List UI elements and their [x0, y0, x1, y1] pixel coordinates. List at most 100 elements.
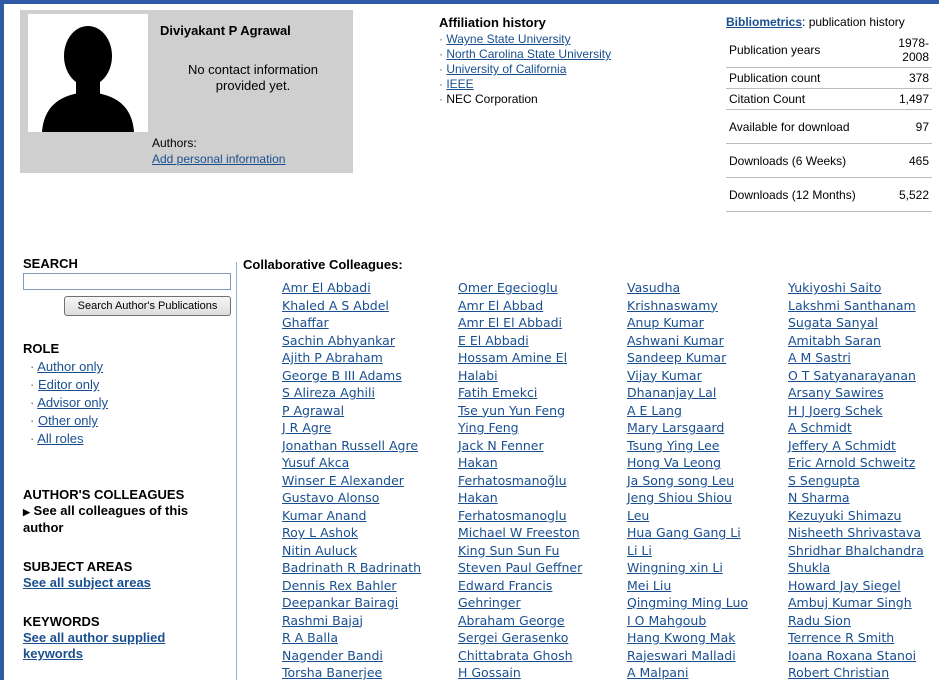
add-personal-info-link[interactable]: Add personal information — [152, 152, 285, 166]
colleague-link[interactable]: Hakan — [458, 489, 582, 507]
colleague-link[interactable]: A Schmidt — [788, 419, 924, 437]
colleague-link[interactable]: Michael W Freeston — [458, 524, 582, 542]
colleague-link[interactable]: Ashwani Kumar — [627, 332, 748, 350]
colleague-link[interactable]: Hakan — [458, 454, 582, 472]
colleague-link[interactable]: Edward Francis — [458, 577, 582, 595]
colleague-link[interactable]: Sugata Sanyal — [788, 314, 924, 332]
colleague-link[interactable]: Howard Jay Siegel — [788, 577, 924, 595]
colleague-link[interactable]: Roy L Ashok — [282, 524, 421, 542]
search-author-publications-button[interactable]: Search Author's Publications — [64, 296, 231, 316]
colleague-link[interactable]: Abraham George — [458, 612, 582, 630]
colleague-link[interactable]: Tsung Ying Lee — [627, 437, 748, 455]
search-input[interactable] — [23, 273, 231, 290]
colleague-link[interactable]: Steven Paul Geffner — [458, 559, 582, 577]
colleague-link[interactable]: Gustavo Alonso — [282, 489, 421, 507]
colleague-link[interactable]: Amitabh Saran — [788, 332, 924, 350]
colleague-link[interactable]: H Gossain — [458, 664, 582, 682]
colleague-link[interactable]: Leu — [627, 507, 748, 525]
colleague-link[interactable]: Yukiyoshi Saito — [788, 279, 924, 297]
colleague-link[interactable]: Arsany Sawires — [788, 384, 924, 402]
role-filter-link[interactable]: Other only — [38, 413, 98, 428]
colleague-link[interactable]: Yusuf Akca — [282, 454, 421, 472]
colleague-link[interactable]: Nagender Bandi — [282, 647, 421, 665]
colleague-link[interactable]: Sandeep Kumar — [627, 349, 748, 367]
colleague-link[interactable]: Fatih Emekci — [458, 384, 582, 402]
colleague-link[interactable]: A E Lang — [627, 402, 748, 420]
colleague-link[interactable]: Hang Kwong Mak — [627, 629, 748, 647]
colleague-link[interactable]: O T Satyanarayanan — [788, 367, 924, 385]
colleague-link[interactable]: Halabi — [458, 367, 582, 385]
colleague-link[interactable]: Amr El El Abbadi — [458, 314, 582, 332]
colleague-link[interactable]: Ambuj Kumar Singh — [788, 594, 924, 612]
colleague-link[interactable]: Krishnaswamy — [627, 297, 748, 315]
colleague-link[interactable]: Lakshmi Santhanam — [788, 297, 924, 315]
colleague-link[interactable]: Jeffery A Schmidt — [788, 437, 924, 455]
affiliation-link[interactable]: University of California — [446, 62, 566, 76]
colleague-link[interactable]: H J Joerg Schek — [788, 402, 924, 420]
colleague-link[interactable]: Robert Christian — [788, 664, 924, 682]
colleague-link[interactable]: Vasudha — [627, 279, 748, 297]
colleague-link[interactable]: Dennis Rex Bahler — [282, 577, 421, 595]
bibliometrics-link[interactable]: Bibliometrics — [726, 15, 802, 29]
colleague-link[interactable]: E El Abbadi — [458, 332, 582, 350]
see-all-colleagues-link[interactable]: ▶ See all colleagues of this author — [23, 503, 223, 536]
colleague-link[interactable]: Dhananjay Lal — [627, 384, 748, 402]
colleague-link[interactable]: Kumar Anand — [282, 507, 421, 525]
colleague-link[interactable]: Terrence R Smith — [788, 629, 924, 647]
colleague-link[interactable]: Ferhatosmanoglu — [458, 507, 582, 525]
colleague-link[interactable]: Vijay Kumar — [627, 367, 748, 385]
colleague-link[interactable]: Shukla — [788, 559, 924, 577]
colleague-link[interactable]: Nisheeth Shrivastava — [788, 524, 924, 542]
colleague-link[interactable]: Mary Larsgaard — [627, 419, 748, 437]
colleague-link[interactable]: Radu Sion — [788, 612, 924, 630]
colleague-link[interactable]: Hossam Amine El — [458, 349, 582, 367]
colleague-link[interactable]: Mei Liu — [627, 577, 748, 595]
colleague-link[interactable]: Hua Gang Gang Li — [627, 524, 748, 542]
role-filter-link[interactable]: Editor only — [38, 377, 99, 392]
colleague-link[interactable]: Deepankar Bairagi — [282, 594, 421, 612]
colleague-link[interactable]: Tse yun Yun Feng — [458, 402, 582, 420]
colleague-link[interactable]: Kezuyuki Shimazu — [788, 507, 924, 525]
colleague-link[interactable]: A M Sastri — [788, 349, 924, 367]
colleague-link[interactable]: Ying Feng — [458, 419, 582, 437]
colleague-link[interactable]: Ja Song song Leu — [627, 472, 748, 490]
colleague-link[interactable]: Nitin Auluck — [282, 542, 421, 560]
colleague-link[interactable]: Amr El Abbad — [458, 297, 582, 315]
colleague-link[interactable]: Chittabrata Ghosh — [458, 647, 582, 665]
colleague-link[interactable]: Winser E Alexander — [282, 472, 421, 490]
colleague-link[interactable]: Badrinath R Badrinath — [282, 559, 421, 577]
colleague-link[interactable]: Rashmi Bajaj — [282, 612, 421, 630]
role-filter-link[interactable]: Author only — [37, 359, 103, 374]
see-all-keywords-link[interactable]: See all author supplied keywords — [23, 630, 165, 661]
colleague-link[interactable]: Torsha Banerjee — [282, 664, 421, 682]
colleague-link[interactable]: Jonathan Russell Agre — [282, 437, 421, 455]
colleague-link[interactable]: Gehringer — [458, 594, 582, 612]
colleague-link[interactable]: Ajith P Abraham — [282, 349, 421, 367]
colleague-link[interactable]: Eric Arnold Schweitz — [788, 454, 924, 472]
colleague-link[interactable]: Rajeswari Malladi — [627, 647, 748, 665]
colleague-link[interactable]: P Agrawal — [282, 402, 421, 420]
colleague-link[interactable]: Jack N Fenner — [458, 437, 582, 455]
colleague-link[interactable]: R A Balla — [282, 629, 421, 647]
colleague-link[interactable]: J R Agre — [282, 419, 421, 437]
colleague-link[interactable]: George B III Adams — [282, 367, 421, 385]
colleague-link[interactable]: Qingming Ming Luo — [627, 594, 748, 612]
colleague-link[interactable]: Sergei Gerasenko — [458, 629, 582, 647]
colleague-link[interactable]: Ghaffar — [282, 314, 421, 332]
role-filter-link[interactable]: All roles — [37, 431, 83, 446]
see-all-subject-areas-link[interactable]: See all subject areas — [23, 575, 151, 590]
colleague-link[interactable]: I O Mahgoub — [627, 612, 748, 630]
colleague-link[interactable]: Ferhatosmanoğlu — [458, 472, 582, 490]
colleague-link[interactable]: Wingning xin Li — [627, 559, 748, 577]
colleague-link[interactable]: Ioana Roxana Stanoi — [788, 647, 924, 665]
affiliation-link[interactable]: North Carolina State University — [446, 47, 611, 61]
colleague-link[interactable]: Shridhar Bhalchandra — [788, 542, 924, 560]
colleague-link[interactable]: Sachin Abhyankar — [282, 332, 421, 350]
colleague-link[interactable]: Jeng Shiou Shiou — [627, 489, 748, 507]
role-filter-link[interactable]: Advisor only — [37, 395, 108, 410]
colleague-link[interactable]: Hong Va Leong — [627, 454, 748, 472]
colleague-link[interactable]: Omer Egecioglu — [458, 279, 582, 297]
colleague-link[interactable]: King Sun Sun Fu — [458, 542, 582, 560]
colleague-link[interactable]: A Malpani — [627, 664, 748, 682]
colleague-link[interactable]: S Alireza Aghili — [282, 384, 421, 402]
